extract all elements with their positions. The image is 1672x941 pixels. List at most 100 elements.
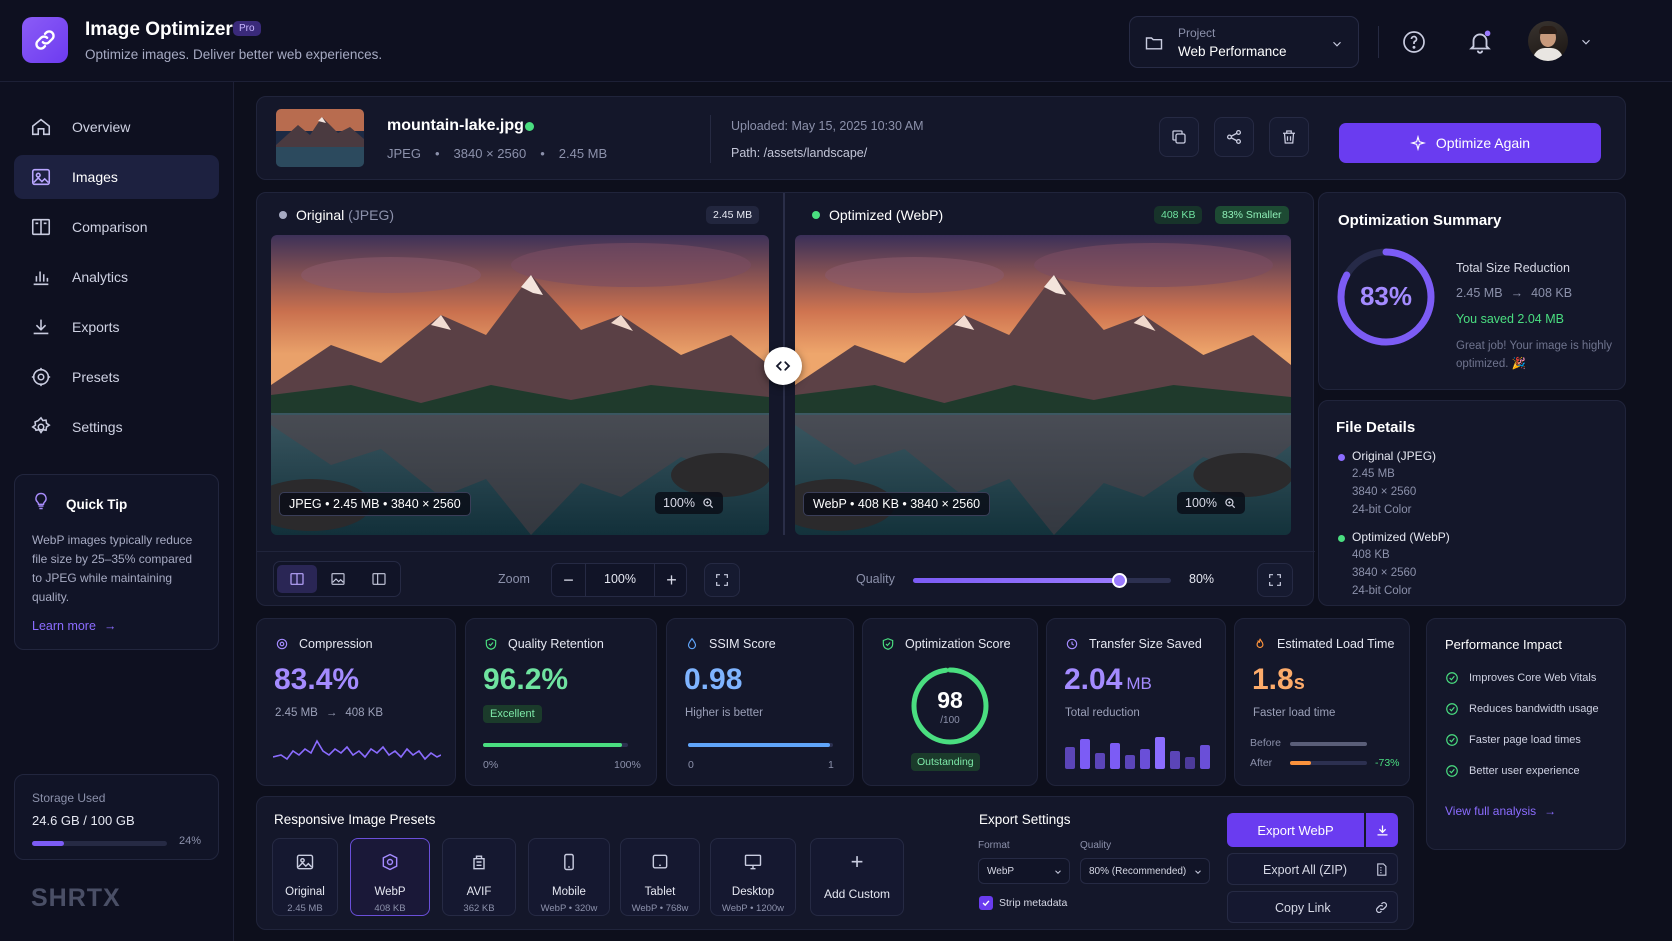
columns-icon — [31, 218, 51, 236]
fullscreen-button[interactable] — [1257, 563, 1293, 597]
gear-icon — [31, 416, 51, 434]
preset-tablet[interactable]: Tablet WebP • 768w — [620, 838, 700, 916]
preset-sub: WebP • 320w — [540, 903, 598, 914]
learn-more-link[interactable]: Learn more → — [32, 619, 116, 633]
clock-icon — [1066, 638, 1078, 650]
preset-original[interactable]: Original 2.45 MB — [272, 838, 338, 916]
target-icon — [276, 638, 288, 650]
performance-impact-card: Performance Impact Improves Core Web Vit… — [1426, 618, 1626, 850]
details-original-dims: 3840 × 2560 — [1352, 486, 1417, 498]
compression-card: Compression 83.4% 2.45 MB → 408 KB — [256, 618, 456, 786]
compression-title-text: Compression — [299, 637, 373, 651]
export-download-button[interactable] — [1366, 813, 1398, 847]
compression-sub: 2.45 MB → 408 KB — [275, 707, 383, 719]
sidebar-item-images[interactable]: Images — [14, 155, 219, 199]
storage-value: 24.6 GB / 100 GB — [32, 813, 135, 828]
view-side-by-side-button[interactable] — [277, 565, 317, 593]
sidebar-item-overview[interactable]: Overview — [14, 105, 219, 149]
file-format: JPEG — [387, 146, 421, 161]
optimize-again-label: Optimize Again — [1435, 135, 1531, 151]
image-icon — [31, 168, 51, 186]
optimized-zoom-pill[interactable]: 100% — [1177, 492, 1245, 514]
columns-icon — [372, 573, 386, 585]
quality-slider[interactable] — [913, 573, 1171, 588]
sidebar-item-settings[interactable]: Settings — [14, 405, 219, 449]
strip-metadata-checkbox[interactable] — [979, 896, 993, 910]
share-button[interactable] — [1214, 117, 1254, 157]
sidebar-item-comparison[interactable]: Comparison — [14, 205, 219, 249]
zoom-control: − 100% + — [551, 563, 687, 597]
optimize-again-button[interactable]: Optimize Again — [1339, 123, 1601, 163]
excellent-badge: Excellent — [483, 705, 542, 723]
help-icon[interactable] — [1402, 30, 1426, 54]
sliders-icon — [31, 367, 51, 387]
zoom-in-button[interactable]: + — [654, 564, 688, 596]
preset-sub: 408 KB — [374, 903, 406, 914]
copy-link-label: Copy Link — [1275, 901, 1331, 915]
compression-after: 408 KB — [345, 707, 384, 719]
sparkle-icon — [1409, 135, 1426, 151]
export-webp-button[interactable]: Export WebP — [1227, 813, 1364, 847]
outstanding-badge: Outstanding — [911, 753, 980, 771]
zoom-value: 100% — [604, 572, 636, 586]
reduction-values: 2.45 MB → 408 KB — [1456, 286, 1572, 300]
preset-mobile[interactable]: Mobile WebP • 320w — [528, 838, 610, 916]
view-analysis-link[interactable]: View full analysis → — [1445, 804, 1556, 818]
bar-chart-icon — [33, 271, 49, 286]
avif-format-icon — [473, 855, 485, 870]
load-value: 1.8s — [1252, 663, 1305, 697]
file-size: 2.45 MB — [558, 146, 608, 161]
copy-icon — [1172, 130, 1186, 144]
preset-avif[interactable]: AVIF 362 KB — [442, 838, 516, 916]
compression-before: 2.45 MB — [275, 707, 318, 719]
zoom-out-button[interactable]: − — [552, 564, 586, 596]
view-overlay-button[interactable] — [360, 565, 398, 593]
format-select[interactable]: WebP — [978, 858, 1070, 884]
impact-item: Reduces bandwidth usage — [1445, 702, 1599, 716]
file-dims: 3840 × 2560 — [453, 146, 527, 161]
preset-webp[interactable]: WebP 408 KB — [350, 838, 430, 916]
view-single-button[interactable] — [319, 565, 357, 593]
sidebar-item-label: Presets — [72, 369, 120, 385]
chevron-down-icon — [1055, 870, 1061, 874]
summary-note: Great job! Your image is highly optimize… — [1456, 340, 1612, 370]
original-zoom-pill[interactable]: 100% — [655, 492, 723, 514]
compare-slider-handle[interactable] — [764, 347, 802, 385]
original-image[interactable] — [271, 235, 769, 535]
comparison-panel: Original (JPEG) 2.45 MB Optimized (WebP)… — [256, 192, 1315, 606]
optimized-info-pill: WebP • 408 KB • 3840 × 2560 — [803, 492, 991, 516]
duplicate-button[interactable] — [1159, 117, 1199, 157]
zoom-label: Zoom — [498, 572, 530, 586]
bell-icon[interactable] — [1467, 29, 1493, 55]
add-custom-preset-button[interactable]: + Add Custom — [810, 838, 904, 916]
file-thumbnail[interactable] — [276, 109, 364, 167]
app-logo[interactable] — [22, 17, 68, 63]
sidebar-item-presets[interactable]: Presets — [14, 355, 219, 399]
project-selector[interactable]: Project Web Performance — [1129, 16, 1359, 68]
desktop-icon — [744, 854, 762, 870]
summary-percent: 83% — [1359, 281, 1413, 311]
reduction-after: 408 KB — [1531, 286, 1573, 300]
delete-button[interactable] — [1269, 117, 1309, 157]
strip-metadata-label: Strip metadata — [999, 897, 1068, 909]
avatar[interactable] — [1528, 21, 1568, 61]
quality-slider-thumb[interactable] — [1112, 573, 1128, 588]
chevron-down-icon[interactable] — [1579, 35, 1593, 49]
brand-mark: SHRTX — [31, 884, 121, 912]
details-optimized-size: 408 KB — [1352, 549, 1390, 561]
fit-screen-button[interactable] — [704, 563, 740, 597]
load-number: 1.8 — [1252, 663, 1294, 696]
ssim-max: 1 — [828, 759, 834, 771]
sidebar-item-exports[interactable]: Exports — [14, 305, 219, 349]
quality-select[interactable]: 80% (Recommended) — [1080, 858, 1210, 884]
optimized-image[interactable] — [795, 235, 1291, 535]
sidebar-item-analytics[interactable]: Analytics — [14, 255, 219, 299]
view-mode-group — [273, 561, 401, 597]
details-title: File Details — [1336, 419, 1416, 436]
preset-desktop[interactable]: Desktop WebP • 1200w — [710, 838, 796, 916]
arrow-right-icon: → — [1510, 286, 1524, 300]
copy-link-button[interactable]: Copy Link — [1227, 891, 1398, 923]
ssim-bar — [688, 743, 833, 747]
upload-date: Uploaded: May 15, 2025 10:30 AM — [731, 119, 924, 133]
export-all-button[interactable]: Export All (ZIP) — [1227, 853, 1398, 885]
